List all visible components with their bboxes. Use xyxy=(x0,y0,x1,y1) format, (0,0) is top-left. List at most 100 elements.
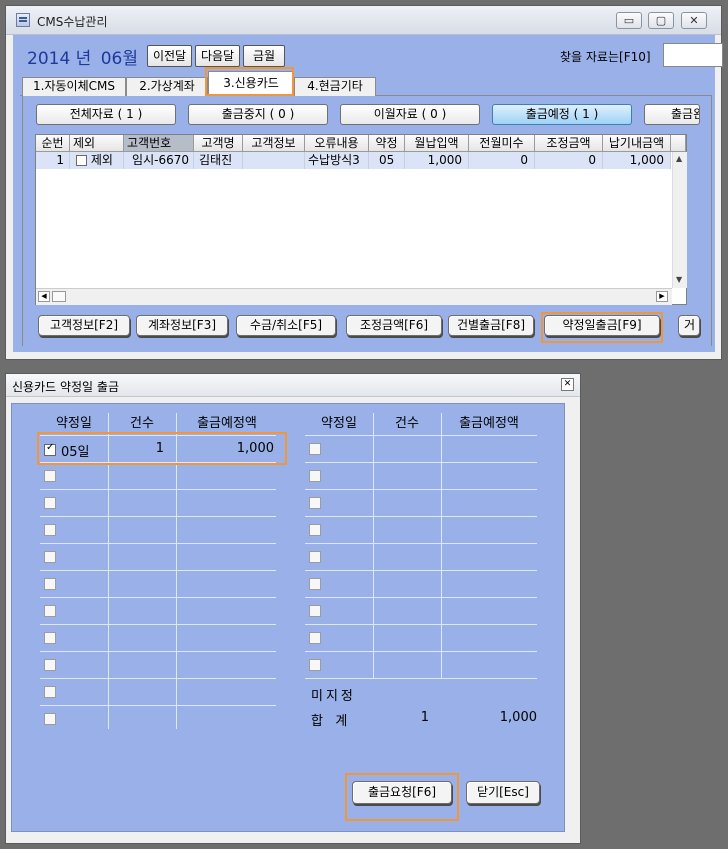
app-icon xyxy=(16,13,30,27)
vertical-scrollbar[interactable]: ▲ ▼ xyxy=(672,152,687,288)
tab-auto-transfer-cms[interactable]: 1.자동이체CMS xyxy=(22,77,126,96)
left-row-line xyxy=(40,516,276,517)
day-checkbox-empty[interactable] xyxy=(309,524,321,536)
left-row-line xyxy=(40,678,276,679)
period-year-unit: 년 xyxy=(75,49,92,69)
day-checkbox-empty[interactable] xyxy=(44,551,56,563)
account-info-button[interactable]: 계좌정보[F3] xyxy=(136,315,228,336)
col-header-customer-name[interactable]: 고객명 xyxy=(194,135,243,152)
exclude-checkbox[interactable] xyxy=(76,155,87,166)
close-icon[interactable]: ✕ xyxy=(681,12,707,29)
maximize-icon[interactable]: ▢ xyxy=(648,12,674,29)
col-header-no[interactable]: 순번 xyxy=(36,135,70,152)
period-month: 06 xyxy=(100,49,123,69)
day-checkbox-empty[interactable] xyxy=(44,713,56,725)
dialog-close-button[interactable]: 닫기[Esc] xyxy=(466,781,540,804)
filter-carryover-button[interactable]: 이월자료 ( 0 ) xyxy=(340,104,480,125)
minimize-icon[interactable]: ▭ xyxy=(616,12,642,29)
filter-scheduled-button[interactable]: 출금예정 ( 1 ) xyxy=(492,104,632,125)
filter-completed-button[interactable]: 출금완 xyxy=(644,104,700,125)
col-header-error[interactable]: 오류내용 xyxy=(305,135,369,152)
day-checkbox-empty[interactable] xyxy=(44,497,56,509)
right-row-line xyxy=(305,489,537,490)
day-checkbox-empty[interactable] xyxy=(44,632,56,644)
day-checkbox-empty[interactable] xyxy=(309,605,321,617)
col-header-prev-unpaid[interactable]: 전월미수 xyxy=(469,135,535,152)
left-col-line xyxy=(108,413,109,729)
left-row-day: 05일 xyxy=(61,445,90,460)
right-row-line xyxy=(305,624,537,625)
dialog-close-icon[interactable]: ✕ xyxy=(561,378,574,391)
day-checkbox-05[interactable]: ✓ xyxy=(44,442,56,456)
col-header-exclude[interactable]: 제외 xyxy=(70,135,124,152)
right-header-day: 약정일 xyxy=(321,416,357,431)
col-header-customer-info[interactable]: 고객정보 xyxy=(243,135,305,152)
col-header-adjust[interactable]: 조정금액 xyxy=(535,135,603,152)
tab-credit-card[interactable]: 3.신용카드 xyxy=(208,71,294,96)
filter-stopped-button[interactable]: 출금중지 ( 0 ) xyxy=(188,104,328,125)
cell-monthly: 1,000 xyxy=(405,152,469,169)
period-display: 2014 년 06월 xyxy=(27,44,138,69)
left-row-count: 1 xyxy=(155,441,164,456)
individual-withdraw-button[interactable]: 건별출금[F8] xyxy=(448,315,534,336)
cell-customer-info xyxy=(243,152,305,169)
day-checkbox-empty[interactable] xyxy=(44,686,56,698)
day-checkbox-empty[interactable] xyxy=(309,470,321,482)
exclude-label: 제외 xyxy=(90,153,113,167)
right-row-line xyxy=(305,435,537,436)
day-checkbox-empty[interactable] xyxy=(309,497,321,509)
day-checkbox-empty[interactable] xyxy=(309,632,321,644)
cell-exclude[interactable]: 제외 xyxy=(70,152,124,169)
cell-customer-name: 김태진 xyxy=(194,152,243,169)
day-checkbox-empty[interactable] xyxy=(44,470,56,482)
right-col-line xyxy=(441,413,442,678)
left-row-line xyxy=(40,435,276,436)
left-header-amount: 출금예정액 xyxy=(197,416,257,431)
day-checkbox-empty[interactable] xyxy=(309,578,321,590)
scroll-thumb[interactable] xyxy=(52,291,66,302)
left-row-line xyxy=(40,597,276,598)
horizontal-scrollbar[interactable]: ◀ ▶ xyxy=(36,288,672,305)
total-label: 합 계 xyxy=(311,714,348,729)
collection-grid: 순번 제외 고객번호 고객명 고객정보 오류내용 약정 월납입액 전월미수 조정… xyxy=(35,134,687,305)
unassigned-label: 미지정 xyxy=(311,689,356,704)
cell-due-amount: 1,000 xyxy=(603,152,671,169)
cell-error: 수납방식3 xyxy=(305,152,369,169)
right-row-line xyxy=(305,651,537,652)
scroll-right-icon[interactable]: ▶ xyxy=(656,291,668,302)
contract-day-withdraw-button[interactable]: 약정일출금[F9] xyxy=(544,315,660,336)
prev-month-button[interactable]: 이전달 xyxy=(147,45,192,67)
filter-all-button[interactable]: 전체자료 ( 1 ) xyxy=(36,104,176,125)
scroll-left-icon[interactable]: ◀ xyxy=(38,291,50,302)
current-month-button[interactable]: 금월 xyxy=(243,45,285,67)
col-header-monthly[interactable]: 월납입액 xyxy=(405,135,469,152)
left-row-line xyxy=(40,489,276,490)
col-header-customer-no[interactable]: 고객번호 xyxy=(124,135,194,152)
scroll-up-icon[interactable]: ▲ xyxy=(676,154,682,163)
withdraw-request-button[interactable]: 출금요청[F6] xyxy=(352,781,452,804)
day-checkbox-empty[interactable] xyxy=(44,659,56,671)
day-checkbox-empty[interactable] xyxy=(44,605,56,617)
check-icon: ✓ xyxy=(46,442,55,453)
left-row-line xyxy=(40,570,276,571)
day-checkbox-empty[interactable] xyxy=(309,659,321,671)
col-header-due-amount[interactable]: 납기내금액 xyxy=(603,135,671,152)
right-row-line xyxy=(305,570,537,571)
left-row-line xyxy=(40,705,276,706)
tab-cash-other[interactable]: 4.현금기타 xyxy=(294,77,376,96)
tab-virtual-account[interactable]: 2.가상계좌 xyxy=(126,77,208,96)
customer-info-button[interactable]: 고객정보[F2] xyxy=(38,315,130,336)
col-header-contract[interactable]: 약정 xyxy=(369,135,405,152)
more-button[interactable]: 거 xyxy=(678,315,700,336)
next-month-button[interactable]: 다음달 xyxy=(195,45,240,67)
day-checkbox-empty[interactable] xyxy=(44,578,56,590)
left-row-line xyxy=(40,651,276,652)
day-checkbox-empty[interactable] xyxy=(309,443,321,455)
day-checkbox-empty[interactable] xyxy=(309,551,321,563)
adjust-amount-button[interactable]: 조정금액[F6] xyxy=(346,315,442,336)
scroll-down-icon[interactable]: ▼ xyxy=(676,275,682,284)
collect-cancel-button[interactable]: 수금/취소[F5] xyxy=(236,315,336,336)
left-row-line xyxy=(40,543,276,544)
day-checkbox-empty[interactable] xyxy=(44,524,56,536)
search-input[interactable] xyxy=(663,43,723,67)
